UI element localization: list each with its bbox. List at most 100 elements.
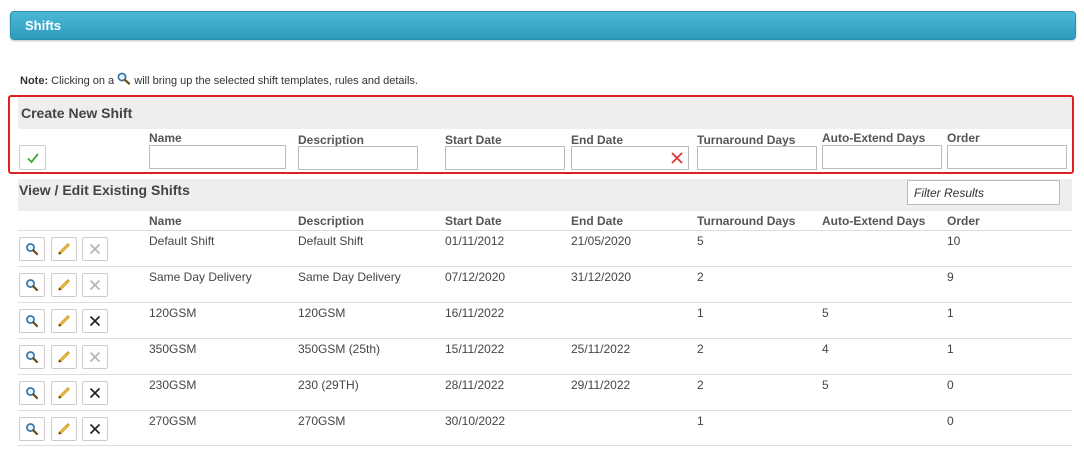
col-order: Order — [947, 214, 980, 228]
cell-turnaround: 1 — [697, 306, 704, 320]
cell-start: 15/11/2022 — [445, 342, 505, 356]
cell-order: 9 — [947, 270, 954, 284]
page-header: Shifts — [10, 11, 1076, 40]
create-auto-extend-days-field[interactable] — [822, 145, 942, 169]
col-start-date: Start Date — [445, 214, 502, 228]
cell-description: Same Day Delivery — [298, 270, 401, 284]
magnifier-icon — [117, 72, 131, 85]
pencil-icon — [58, 387, 70, 399]
edit-shift-button[interactable] — [51, 309, 77, 333]
pencil-icon — [58, 351, 70, 363]
note-before-icon: Clicking on a — [51, 75, 115, 87]
cell-start: 30/10/2022 — [445, 414, 506, 428]
delete-shift-button[interactable] — [82, 309, 108, 333]
table-row: 350GSM 350GSM (25th) 15/11/2022 25/11/2022 2… — [18, 338, 1072, 375]
create-start-date-field[interactable] — [445, 146, 565, 170]
cell-description: 120GSM — [298, 306, 346, 320]
create-start-date-input[interactable] — [446, 147, 564, 169]
create-name-field[interactable] — [149, 145, 286, 169]
col-name: Name — [149, 214, 182, 228]
pencil-icon — [58, 243, 70, 255]
cell-order: 1 — [947, 342, 954, 356]
delete-x-icon — [89, 423, 101, 435]
existing-shifts-title: View / Edit Existing Shifts — [19, 182, 190, 198]
edit-shift-button[interactable] — [51, 237, 77, 261]
cell-name: 230GSM — [149, 378, 197, 392]
note-label: Note: — [20, 75, 49, 87]
create-end-date-field[interactable] — [571, 146, 689, 170]
view-shift-button[interactable] — [19, 345, 45, 369]
delete-x-icon — [89, 351, 101, 363]
create-shift-title: Create New Shift — [21, 105, 133, 121]
cell-start: 28/11/2022 — [445, 378, 505, 392]
create-col-start-date: Start Date — [445, 133, 502, 147]
cell-order: 0 — [947, 378, 954, 392]
create-auto-extend-days-input[interactable] — [823, 146, 941, 168]
cell-end: 29/11/2022 — [571, 378, 631, 392]
create-col-order: Order — [947, 131, 980, 145]
create-description-input[interactable] — [299, 147, 417, 169]
cell-turnaround: 1 — [697, 414, 704, 428]
view-shift-button[interactable] — [19, 381, 45, 405]
create-col-turnaround-days: Turnaround Days — [697, 133, 796, 147]
create-order-input[interactable] — [948, 146, 1066, 168]
delete-x-icon — [89, 243, 101, 255]
table-row: 230GSM 230 (29TH) 28/11/2022 29/11/2022 2 5 0 — [18, 374, 1072, 411]
edit-shift-button[interactable] — [51, 417, 77, 441]
edit-shift-button[interactable] — [51, 345, 77, 369]
cell-turnaround: 5 — [697, 234, 704, 248]
cell-autoextend: 5 — [822, 378, 829, 392]
note-text: Note: Clicking on a will bring up the se… — [20, 72, 418, 87]
cell-turnaround: 2 — [697, 342, 704, 356]
cell-order: 0 — [947, 414, 954, 428]
create-description-field[interactable] — [298, 146, 418, 170]
cell-description: 350GSM (25th) — [298, 342, 381, 356]
create-col-name: Name — [149, 131, 182, 145]
create-order-field[interactable] — [947, 145, 1067, 169]
clear-x-icon[interactable] — [670, 151, 684, 165]
delete-shift-button[interactable] — [82, 381, 108, 405]
cell-description: 270GSM — [298, 414, 346, 428]
pencil-icon — [58, 279, 70, 291]
col-end-date: End Date — [571, 214, 624, 228]
cell-name: 120GSM — [149, 306, 197, 320]
cell-end: 21/05/2020 — [571, 234, 632, 248]
view-shift-button[interactable] — [19, 237, 45, 261]
col-description: Description — [298, 214, 365, 228]
col-auto-extend-days: Auto-Extend Days — [822, 214, 926, 228]
magnifier-icon — [26, 243, 39, 256]
pencil-icon — [58, 423, 70, 435]
pencil-icon — [58, 315, 70, 327]
filter-input[interactable] — [908, 181, 1059, 204]
magnifier-icon — [26, 387, 39, 400]
note-after-icon: will bring up the selected shift templat… — [134, 75, 418, 87]
cell-order: 1 — [947, 306, 954, 320]
cell-name: Default Shift — [149, 234, 215, 248]
view-shift-button[interactable] — [19, 417, 45, 441]
delete-shift-button[interactable] — [82, 417, 108, 441]
delete-shift-button[interactable] — [82, 345, 108, 369]
delete-x-icon — [89, 315, 101, 327]
page-title: Shifts — [25, 18, 62, 33]
table-row: Default Shift Default Shift 01/11/2012 21/0… — [18, 230, 1072, 267]
checkmark-icon — [26, 152, 39, 163]
cell-end: 31/12/2020 — [571, 270, 632, 284]
create-submit-button[interactable] — [19, 145, 46, 170]
delete-x-icon — [89, 387, 101, 399]
filter-field[interactable] — [907, 180, 1060, 205]
create-turnaround-days-input[interactable] — [698, 147, 816, 169]
cell-order: 10 — [947, 234, 961, 248]
cell-description: 230 (29TH) — [298, 378, 359, 392]
edit-shift-button[interactable] — [51, 381, 77, 405]
create-name-input[interactable] — [150, 146, 285, 168]
view-shift-button[interactable] — [19, 273, 45, 297]
magnifier-icon — [26, 279, 39, 292]
cell-autoextend: 5 — [822, 306, 829, 320]
edit-shift-button[interactable] — [51, 273, 77, 297]
view-shift-button[interactable] — [19, 309, 45, 333]
table-row: Same Day Delivery Same Day Delivery 07/12/… — [18, 266, 1072, 303]
create-turnaround-days-field[interactable] — [697, 146, 817, 170]
delete-shift-button[interactable] — [82, 273, 108, 297]
delete-shift-button[interactable] — [82, 237, 108, 261]
magnifier-icon — [26, 315, 39, 328]
